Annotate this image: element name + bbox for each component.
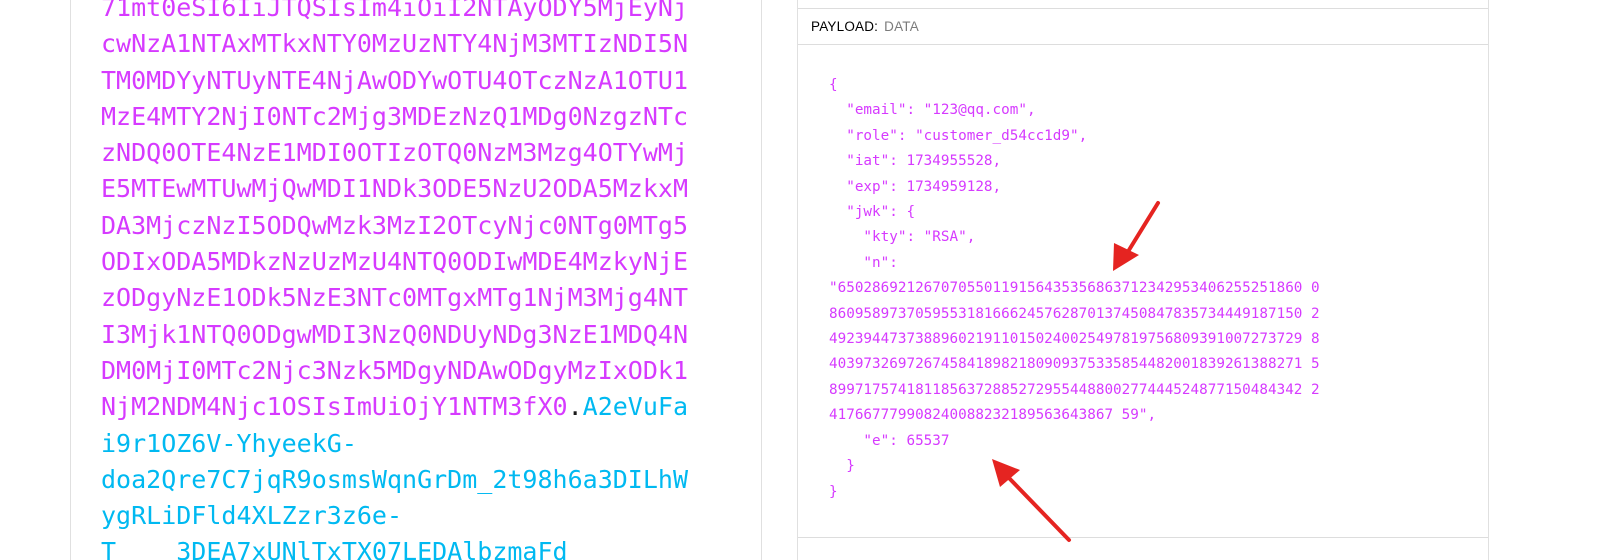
payload-section-subtitle: DATA: [884, 19, 919, 34]
token-payload-line: NjM2NDM4Njc1OSIsImUiOjY1NTM3fX0: [101, 392, 568, 422]
token-signature-line: A2eVuFa: [582, 392, 689, 422]
payload-section-title: PAYLOAD:: [811, 19, 879, 34]
payload-section-header: PAYLOAD: DATA: [798, 9, 1488, 45]
decoded-panel: PAYLOAD: DATA { "email": "123@qq.com", "…: [797, 0, 1489, 560]
encoded-token-panel: 71mt0eSI6IiJTQSIsIm4iOiI2NTAyODY5MjEyNj …: [70, 0, 762, 560]
token-payload-line: DA3MjczNzI5ODQwMzk3MzI2OTcyNjc0NTg0MTg5: [101, 210, 688, 240]
token-separator-dot: .: [567, 392, 583, 422]
token-payload-line: TM0MDYyNTUyNTE4NjAwODYwOTU4OTczNzA1OTU1: [101, 65, 688, 95]
token-payload-line: E5MTEwMTUwMjQwMDI1NDk3ODE5NzU2ODA5MzkxM: [101, 174, 688, 204]
divider: [798, 537, 1488, 538]
token-signature-line: i9r1OZ6V-YhyeekG-: [101, 428, 357, 458]
token-payload-line: zODgyNzE1ODk5NzE3NTc0MTgxMTg1NjM3Mjg4NT: [101, 283, 688, 313]
token-signature-line: ygRLiDFld4XLZzr3z6e-: [101, 501, 403, 531]
payload-json-editor[interactable]: { "email": "123@qq.com", "role": "custom…: [829, 73, 1320, 505]
token-payload-line: 71mt0eSI6IiJTQSIsIm4iOiI2NTAyODY5MjEyNj: [101, 0, 688, 22]
token-payload-line: DM0MjI0MTc2Njc3Nzk5MDgyNDAwODgyMzIxODk1: [101, 355, 688, 385]
token-signature-line: T____3DEA7xUNlTxTX07LEDAlbzmaFd: [101, 537, 568, 560]
token-payload-line: cwNzA1NTAxMTkxNTY0MzUzNTY4NjM3MTIzNDI5N: [101, 29, 688, 59]
encoded-token-text[interactable]: 71mt0eSI6IiJTQSIsIm4iOiI2NTAyODY5MjEyNj …: [101, 0, 741, 560]
token-payload-line: ODIxODA5MDkzNzUzMzU4NTQ0ODIwMDE4MzkyNjE: [101, 247, 688, 277]
token-payload-line: zNDQ0OTE4NzE1MDI0OTIzOTQ0NzM3Mzg4OTYwMj: [101, 138, 688, 168]
token-payload-line: MzE4MTY2NjI0NTc2Mjg3MDEzNzQ1MDg0NzgzNTc: [101, 101, 688, 131]
token-payload-line: I3Mjk1NTQ0ODgwMDI3NzQ0NDUyNDg3NzE1MDQ4N: [101, 319, 688, 349]
token-signature-line: doa2Qre7C7jqR9osmsWqnGrDm_2t98h6a3DILhW: [101, 464, 688, 494]
